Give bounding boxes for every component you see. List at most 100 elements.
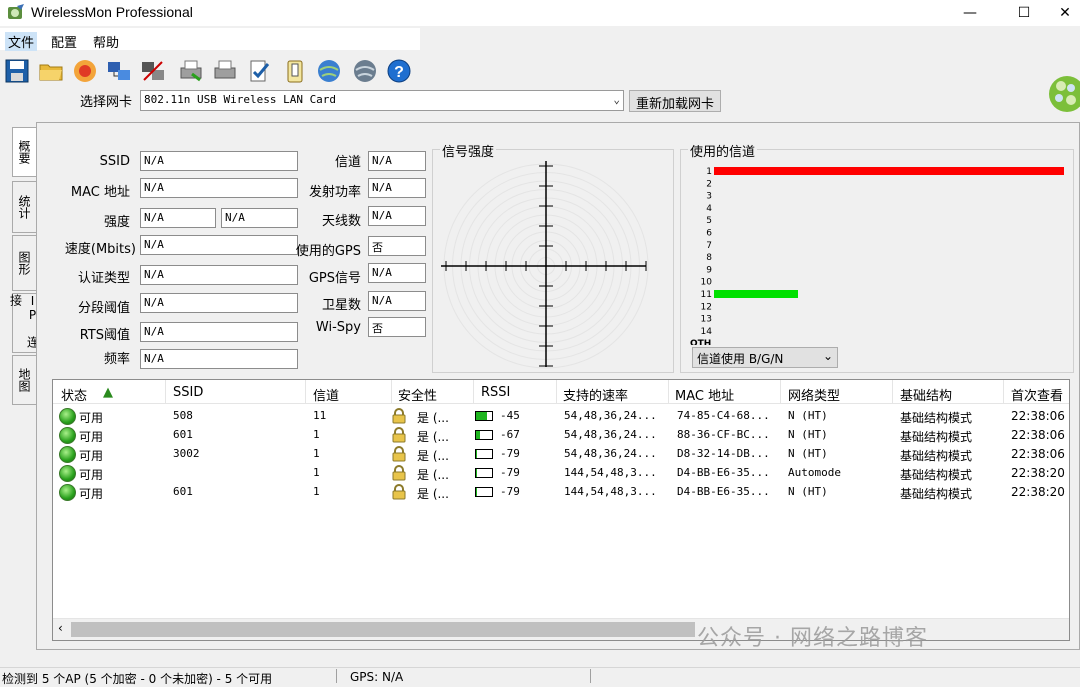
column-separator[interactable]: [668, 380, 669, 404]
channel-tick-label: 11: [701, 290, 712, 300]
rates-cell: 54,48,36,24...: [564, 428, 657, 441]
column-separator[interactable]: [391, 380, 392, 404]
infra-cell: 基础结构模式: [900, 430, 973, 444]
sort-ascending-icon[interactable]: ▲: [103, 385, 113, 400]
strength-field: N/A: [140, 208, 216, 228]
column-header[interactable]: 基础结构: [900, 385, 952, 404]
globe-forward-icon[interactable]: [352, 58, 378, 84]
mac-cell: D8-32-14-DB...: [677, 447, 770, 460]
menu-help[interactable]: 帮助: [93, 32, 119, 51]
reload-nic-button[interactable]: 重新加载网卡: [629, 90, 721, 112]
table-row[interactable]: 可用 601 1 是 (... -79 144,54,48,3... D4-BB-E6-35…: [53, 483, 1069, 502]
column-header[interactable]: SSID: [173, 385, 203, 400]
channel-mode-select[interactable]: 信道使用 B/G/N ⌄: [692, 347, 838, 368]
gps-signal-label: GPS信号: [308, 271, 361, 286]
channel-usage-bar-11: [714, 290, 798, 298]
close-button[interactable]: ✕: [1050, 0, 1080, 26]
chevron-down-icon[interactable]: ⌄: [823, 349, 833, 363]
channel-field: N/A: [368, 151, 426, 171]
strength-field-2: N/A: [221, 208, 298, 228]
tab-graph[interactable]: 图形: [12, 235, 36, 291]
status-available-icon: [59, 484, 76, 501]
wispy-label: Wi-Spy: [315, 320, 361, 335]
minimize-button[interactable]: —: [948, 0, 992, 26]
clipboard-icon[interactable]: [282, 58, 308, 84]
checklist-icon[interactable]: [246, 58, 272, 84]
auth-type-field: N/A: [140, 265, 298, 285]
security-cell: 是 (...: [417, 411, 449, 425]
network-adapter-icon[interactable]: [106, 58, 132, 84]
table-row[interactable]: 可用 508 11 是 (... -45 54,48,36,24... 74-85-C4-6…: [53, 407, 1069, 426]
signal-meter-fill: [476, 469, 477, 477]
first-seen-cell: 22:38:20: [1011, 466, 1065, 480]
frag-threshold-field: N/A: [140, 293, 298, 313]
signal-meter-fill: [476, 488, 477, 496]
table-row[interactable]: 可用 3002 1 是 (... -79 54,48,36,24... D8-32-14-D…: [53, 445, 1069, 464]
globe-back-icon[interactable]: [316, 58, 342, 84]
column-header[interactable]: RSSI: [481, 385, 510, 400]
mac-cell: D4-BB-E6-35...: [677, 485, 770, 498]
print-icon[interactable]: [178, 58, 204, 84]
gps-signal-field: N/A: [368, 263, 426, 283]
chevron-down-icon[interactable]: ⌄: [613, 93, 620, 106]
open-folder-icon[interactable]: [38, 58, 64, 84]
channel-tick-label: 5: [706, 216, 712, 226]
save-icon[interactable]: [4, 58, 30, 84]
column-header[interactable]: 安全性: [398, 385, 437, 404]
column-header[interactable]: 状态: [61, 385, 87, 404]
signal-meter: [475, 449, 493, 459]
channel-tick-label: 13: [701, 315, 712, 325]
column-header[interactable]: 首次查看: [1011, 385, 1063, 404]
tx-power-label: 发射功率: [308, 185, 361, 200]
maximize-button[interactable]: ☐: [1002, 0, 1046, 26]
nic-select[interactable]: 802.11n USB Wireless LAN Card ⌄: [140, 90, 624, 111]
column-separator[interactable]: [892, 380, 893, 404]
rates-cell: 54,48,36,24...: [564, 447, 657, 460]
menu-config[interactable]: 配置: [51, 32, 77, 51]
ssid-cell: 3002: [173, 447, 200, 460]
column-header[interactable]: MAC 地址: [675, 385, 734, 404]
channel-tick-label: 1: [706, 167, 712, 177]
column-separator[interactable]: [165, 380, 166, 404]
title-bar: WirelessMon Professional — ☐ ✕: [0, 0, 1080, 26]
channel-tick-label: 6: [706, 229, 712, 239]
ap-list[interactable]: 状态 SSID 信道 安全性 RSSI 支持的速率 MAC 地址 网络类型 基础结构 首次查看 ▲ …: [52, 379, 1070, 641]
column-separator[interactable]: [473, 380, 474, 404]
column-header[interactable]: 网络类型: [788, 385, 840, 404]
column-header[interactable]: 支持的速率: [563, 385, 628, 404]
channel-tick-label: 14: [701, 327, 713, 337]
status-cell: 可用: [79, 411, 104, 425]
record-icon[interactable]: [72, 58, 98, 84]
column-separator[interactable]: [305, 380, 306, 404]
menu-file[interactable]: 文件: [5, 32, 38, 51]
tab-map[interactable]: 地图: [12, 355, 36, 405]
rssi-cell: -79: [500, 466, 520, 479]
rts-threshold-field: N/A: [140, 322, 298, 342]
mac-field: N/A: [140, 178, 298, 198]
app-logo-icon: [8, 4, 24, 19]
channel-tick-label: 2: [706, 179, 712, 189]
column-separator[interactable]: [780, 380, 781, 404]
column-separator[interactable]: [1003, 380, 1004, 404]
scroll-left-icon[interactable]: ‹: [58, 621, 63, 635]
column-separator[interactable]: [556, 380, 557, 404]
infra-cell: 基础结构模式: [900, 487, 973, 501]
tab-statistics[interactable]: 统计: [12, 181, 36, 233]
lock-icon: [392, 446, 406, 462]
security-cell: 是 (...: [417, 430, 449, 444]
print-preview-icon[interactable]: [212, 58, 238, 84]
menu-bar: 文件 配置 帮助: [0, 28, 420, 51]
table-row[interactable]: 可用 1 是 (... -79 144,54,48,3... D4-BB-E6-35...…: [53, 464, 1069, 483]
status-cell: 可用: [79, 449, 104, 463]
network-adapter-off-icon[interactable]: [140, 58, 166, 84]
mac-cell: 74-85-C4-68...: [677, 409, 770, 422]
tab-ip-connection[interactable]: IP 连接: [9, 293, 40, 353]
scroll-thumb[interactable]: [71, 622, 695, 637]
tab-summary[interactable]: 概要: [12, 127, 36, 177]
help-icon[interactable]: ?: [386, 58, 412, 84]
table-row[interactable]: 可用 601 1 是 (... -67 54,48,36,24... 88-36-CF-BC…: [53, 426, 1069, 445]
first-seen-cell: 22:38:06: [1011, 428, 1065, 442]
column-header[interactable]: 信道: [313, 385, 339, 404]
net-type-cell: N (HT): [788, 409, 828, 422]
gps-used-field: 否: [368, 236, 426, 256]
